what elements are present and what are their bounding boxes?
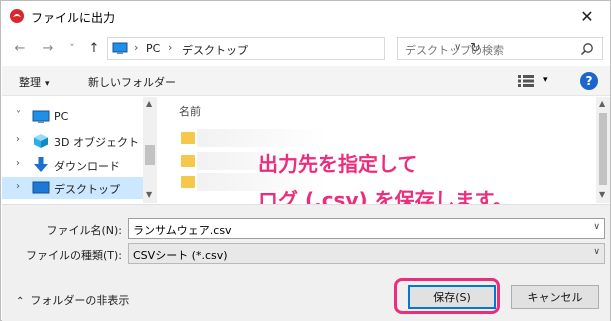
command-toolbar: 整理 ▾ 新しいフォルダー ▾ ? [2,66,610,96]
scroll-up-icon[interactable]: ▲ [146,99,152,108]
chevron-right-icon[interactable]: › [16,181,20,192]
computer-icon [32,110,50,123]
recent-locations-icon[interactable]: ˅ [63,40,81,56]
search-icon [580,43,593,56]
search-input[interactable]: デスクトップの検索 [397,37,603,60]
filetype-value: CSVシート (*.csv) [133,249,228,262]
hide-folders-label: フォルダーの非表示 [30,294,130,307]
help-icon[interactable]: ? [580,72,598,90]
save-highlight-frame [394,278,500,314]
folder-icon[interactable] [181,176,195,188]
scrollbar-thumb[interactable] [599,113,607,185]
computer-icon [112,42,128,54]
up-arrow-icon[interactable]: ↑ [85,40,103,56]
breadcrumb-desktop[interactable]: デスクトップ [182,42,248,58]
tree-item-pc[interactable]: ˅ PC [2,106,143,128]
chevron-right-icon[interactable]: › [16,158,20,169]
filetype-label: ファイルの種類(T): [25,249,122,262]
navigation-scrollbar[interactable]: ▲ ▼ [143,97,157,203]
forward-arrow-icon[interactable]: → [39,40,57,56]
organize-menu[interactable]: 整理 ▾ [19,74,50,90]
scrollbar-thumb[interactable] [145,145,155,165]
chevron-right-icon[interactable]: › [16,134,20,145]
filename-label: ファイル名(N): [46,224,122,237]
address-bar[interactable]: › PC › デスクトップ ∨ ↻ [107,37,481,60]
window-title: ファイルに出力 [31,11,116,25]
tree-item-desktop[interactable]: › デスクトップ [2,177,143,199]
filename-field[interactable]: ランサムウェア.csv ∨ [128,218,605,239]
tree-item-downloads[interactable]: › ダウンロード [2,154,143,176]
new-folder-button[interactable]: 新しいフォルダー [88,74,176,90]
scroll-down-icon[interactable]: ▼ [599,190,605,199]
chevron-down-icon[interactable]: ˅ [16,110,21,121]
app-logo-icon [10,9,24,23]
chevron-down-icon: ▾ [45,79,50,89]
chevron-down-icon[interactable]: ∨ [593,247,600,257]
file-list-scrollbar[interactable]: ▲ ▼ [596,97,610,203]
filename-value: ランサムウェア.csv [133,224,232,237]
breadcrumb-separator: › [168,41,173,54]
callout-line-1: 出力先を指定して [258,152,418,176]
view-options-icon[interactable] [518,75,534,87]
breadcrumb-separator: › [134,41,139,54]
view-dropdown-icon[interactable]: ▾ [543,75,548,85]
tree-item-3d-objects[interactable]: › 3D オブジェクト [2,130,143,152]
filetype-select[interactable]: CSVシート (*.csv) ∨ [128,243,605,264]
tree-label: ダウンロード [54,160,120,173]
tree-label: デスクトップ [54,183,120,196]
folder-icon[interactable] [181,132,195,144]
hide-folders-toggle[interactable]: ⌃ フォルダーの非表示 [16,292,129,308]
navigation-bar: ← → ˅ ↑ › PC › デスクトップ ∨ ↻ デスクトップの検索 [1,33,610,63]
list-item[interactable] [197,129,327,147]
organize-label: 整理 [19,76,41,89]
navigation-pane: ˅ PC › 3D オブジェクト › ダウンロード › デスクトップ ▲ ▼ [2,97,157,203]
close-button[interactable]: ✕ [572,4,602,28]
desktop-icon [32,181,50,194]
tree-label: 3D オブジェクト [54,136,139,149]
save-dialog: ファイルに出力 ✕ ← → ˅ ↑ › PC › デスクトップ ∨ ↻ デスクト… [0,0,611,321]
breadcrumb-pc[interactable]: PC [146,42,160,55]
save-options-panel: ファイル名(N): ランサムウェア.csv ∨ ファイルの種類(T): CSVシ… [2,204,610,321]
back-arrow-icon[interactable]: ← [11,40,29,56]
tree-label: PC [54,110,69,123]
scroll-down-icon[interactable]: ▼ [146,190,152,199]
scroll-up-icon[interactable]: ▲ [599,99,605,108]
column-header-name[interactable]: 名前 [179,103,201,119]
download-icon [34,157,48,172]
cube-icon [34,134,48,148]
search-placeholder: デスクトップの検索 [405,44,504,57]
title-bar: ファイルに出力 ✕ [1,1,610,31]
chevron-down-icon[interactable]: ∨ [593,222,600,232]
chevron-up-icon: ⌃ [16,296,25,307]
folder-icon[interactable] [181,155,195,167]
cancel-button[interactable]: キャンセル [511,285,599,309]
